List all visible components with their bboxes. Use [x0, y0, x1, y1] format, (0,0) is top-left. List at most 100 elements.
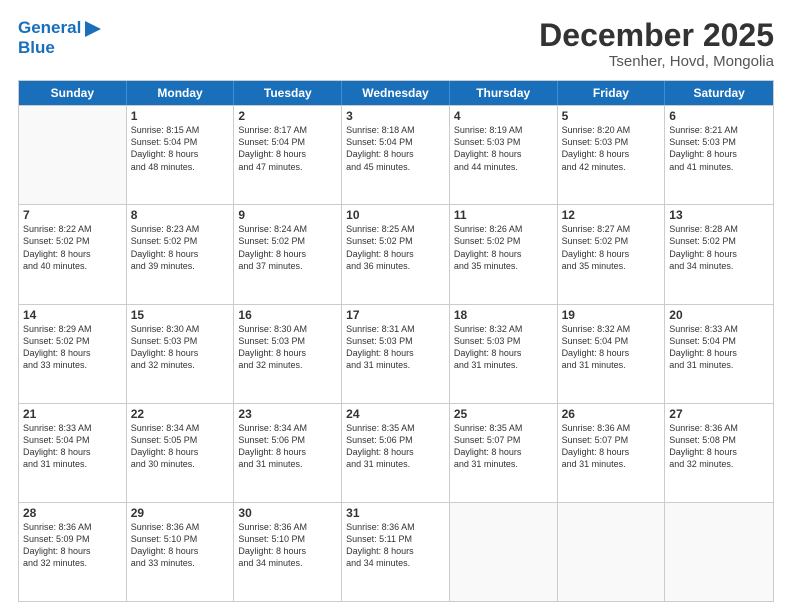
calendar-cell	[19, 106, 127, 204]
day-number: 31	[346, 506, 445, 520]
calendar-cell: 10Sunrise: 8:25 AMSunset: 5:02 PMDayligh…	[342, 205, 450, 303]
calendar-cell: 16Sunrise: 8:30 AMSunset: 5:03 PMDayligh…	[234, 305, 342, 403]
cell-info: Sunrise: 8:34 AMSunset: 5:06 PMDaylight:…	[238, 422, 337, 471]
cell-info: Sunrise: 8:30 AMSunset: 5:03 PMDaylight:…	[238, 323, 337, 372]
calendar-cell: 20Sunrise: 8:33 AMSunset: 5:04 PMDayligh…	[665, 305, 773, 403]
calendar-cell: 18Sunrise: 8:32 AMSunset: 5:03 PMDayligh…	[450, 305, 558, 403]
calendar-cell: 7Sunrise: 8:22 AMSunset: 5:02 PMDaylight…	[19, 205, 127, 303]
day-number: 12	[562, 208, 661, 222]
day-number: 23	[238, 407, 337, 421]
calendar-cell: 17Sunrise: 8:31 AMSunset: 5:03 PMDayligh…	[342, 305, 450, 403]
calendar-cell: 29Sunrise: 8:36 AMSunset: 5:10 PMDayligh…	[127, 503, 235, 601]
day-number: 24	[346, 407, 445, 421]
cell-info: Sunrise: 8:29 AMSunset: 5:02 PMDaylight:…	[23, 323, 122, 372]
day-number: 8	[131, 208, 230, 222]
cell-info: Sunrise: 8:23 AMSunset: 5:02 PMDaylight:…	[131, 223, 230, 272]
title-block: December 2025 Tsenher, Hovd, Mongolia	[539, 18, 774, 70]
day-number: 18	[454, 308, 553, 322]
calendar-cell: 31Sunrise: 8:36 AMSunset: 5:11 PMDayligh…	[342, 503, 450, 601]
calendar-cell: 30Sunrise: 8:36 AMSunset: 5:10 PMDayligh…	[234, 503, 342, 601]
day-number: 2	[238, 109, 337, 123]
weekday-header-thursday: Thursday	[450, 81, 558, 105]
calendar-cell: 14Sunrise: 8:29 AMSunset: 5:02 PMDayligh…	[19, 305, 127, 403]
calendar-cell: 1Sunrise: 8:15 AMSunset: 5:04 PMDaylight…	[127, 106, 235, 204]
calendar-cell	[665, 503, 773, 601]
cell-info: Sunrise: 8:32 AMSunset: 5:04 PMDaylight:…	[562, 323, 661, 372]
calendar: SundayMondayTuesdayWednesdayThursdayFrid…	[18, 80, 774, 602]
calendar-row-4: 28Sunrise: 8:36 AMSunset: 5:09 PMDayligh…	[19, 502, 773, 601]
page: General Blue December 2025 Tsenher, Hovd…	[0, 0, 792, 612]
day-number: 11	[454, 208, 553, 222]
weekday-header-saturday: Saturday	[665, 81, 773, 105]
day-number: 9	[238, 208, 337, 222]
calendar-cell: 9Sunrise: 8:24 AMSunset: 5:02 PMDaylight…	[234, 205, 342, 303]
day-number: 14	[23, 308, 122, 322]
calendar-cell: 21Sunrise: 8:33 AMSunset: 5:04 PMDayligh…	[19, 404, 127, 502]
cell-info: Sunrise: 8:36 AMSunset: 5:10 PMDaylight:…	[131, 521, 230, 570]
day-number: 5	[562, 109, 661, 123]
day-number: 20	[669, 308, 769, 322]
cell-info: Sunrise: 8:20 AMSunset: 5:03 PMDaylight:…	[562, 124, 661, 173]
day-number: 22	[131, 407, 230, 421]
cell-info: Sunrise: 8:30 AMSunset: 5:03 PMDaylight:…	[131, 323, 230, 372]
day-number: 30	[238, 506, 337, 520]
calendar-cell: 15Sunrise: 8:30 AMSunset: 5:03 PMDayligh…	[127, 305, 235, 403]
calendar-cell: 2Sunrise: 8:17 AMSunset: 5:04 PMDaylight…	[234, 106, 342, 204]
logo-general: General	[18, 18, 81, 37]
calendar-cell: 28Sunrise: 8:36 AMSunset: 5:09 PMDayligh…	[19, 503, 127, 601]
calendar-cell: 22Sunrise: 8:34 AMSunset: 5:05 PMDayligh…	[127, 404, 235, 502]
cell-info: Sunrise: 8:32 AMSunset: 5:03 PMDaylight:…	[454, 323, 553, 372]
cell-info: Sunrise: 8:35 AMSunset: 5:06 PMDaylight:…	[346, 422, 445, 471]
day-number: 19	[562, 308, 661, 322]
day-number: 7	[23, 208, 122, 222]
calendar-cell: 11Sunrise: 8:26 AMSunset: 5:02 PMDayligh…	[450, 205, 558, 303]
cell-info: Sunrise: 8:24 AMSunset: 5:02 PMDaylight:…	[238, 223, 337, 272]
day-number: 29	[131, 506, 230, 520]
logo: General Blue	[18, 18, 103, 57]
day-number: 1	[131, 109, 230, 123]
calendar-cell: 8Sunrise: 8:23 AMSunset: 5:02 PMDaylight…	[127, 205, 235, 303]
day-number: 25	[454, 407, 553, 421]
weekday-header-wednesday: Wednesday	[342, 81, 450, 105]
cell-info: Sunrise: 8:22 AMSunset: 5:02 PMDaylight:…	[23, 223, 122, 272]
location-subtitle: Tsenher, Hovd, Mongolia	[539, 53, 774, 70]
logo-blue: Blue	[18, 38, 103, 58]
cell-info: Sunrise: 8:33 AMSunset: 5:04 PMDaylight:…	[23, 422, 122, 471]
day-number: 26	[562, 407, 661, 421]
calendar-cell: 13Sunrise: 8:28 AMSunset: 5:02 PMDayligh…	[665, 205, 773, 303]
cell-info: Sunrise: 8:36 AMSunset: 5:11 PMDaylight:…	[346, 521, 445, 570]
cell-info: Sunrise: 8:36 AMSunset: 5:09 PMDaylight:…	[23, 521, 122, 570]
cell-info: Sunrise: 8:36 AMSunset: 5:07 PMDaylight:…	[562, 422, 661, 471]
cell-info: Sunrise: 8:21 AMSunset: 5:03 PMDaylight:…	[669, 124, 769, 173]
calendar-cell: 26Sunrise: 8:36 AMSunset: 5:07 PMDayligh…	[558, 404, 666, 502]
day-number: 21	[23, 407, 122, 421]
cell-info: Sunrise: 8:34 AMSunset: 5:05 PMDaylight:…	[131, 422, 230, 471]
cell-info: Sunrise: 8:15 AMSunset: 5:04 PMDaylight:…	[131, 124, 230, 173]
cell-info: Sunrise: 8:19 AMSunset: 5:03 PMDaylight:…	[454, 124, 553, 173]
cell-info: Sunrise: 8:33 AMSunset: 5:04 PMDaylight:…	[669, 323, 769, 372]
calendar-cell	[558, 503, 666, 601]
cell-info: Sunrise: 8:28 AMSunset: 5:02 PMDaylight:…	[669, 223, 769, 272]
cell-info: Sunrise: 8:35 AMSunset: 5:07 PMDaylight:…	[454, 422, 553, 471]
day-number: 10	[346, 208, 445, 222]
cell-info: Sunrise: 8:31 AMSunset: 5:03 PMDaylight:…	[346, 323, 445, 372]
day-number: 3	[346, 109, 445, 123]
cell-info: Sunrise: 8:36 AMSunset: 5:08 PMDaylight:…	[669, 422, 769, 471]
weekday-header-sunday: Sunday	[19, 81, 127, 105]
month-title: December 2025	[539, 18, 774, 53]
cell-info: Sunrise: 8:17 AMSunset: 5:04 PMDaylight:…	[238, 124, 337, 173]
weekday-header-monday: Monday	[127, 81, 235, 105]
day-number: 28	[23, 506, 122, 520]
cell-info: Sunrise: 8:25 AMSunset: 5:02 PMDaylight:…	[346, 223, 445, 272]
calendar-cell: 19Sunrise: 8:32 AMSunset: 5:04 PMDayligh…	[558, 305, 666, 403]
day-number: 6	[669, 109, 769, 123]
day-number: 13	[669, 208, 769, 222]
calendar-cell: 24Sunrise: 8:35 AMSunset: 5:06 PMDayligh…	[342, 404, 450, 502]
logo-flag-icon	[83, 21, 103, 37]
calendar-cell: 3Sunrise: 8:18 AMSunset: 5:04 PMDaylight…	[342, 106, 450, 204]
calendar-cell: 5Sunrise: 8:20 AMSunset: 5:03 PMDaylight…	[558, 106, 666, 204]
calendar-cell: 4Sunrise: 8:19 AMSunset: 5:03 PMDaylight…	[450, 106, 558, 204]
calendar-cell: 6Sunrise: 8:21 AMSunset: 5:03 PMDaylight…	[665, 106, 773, 204]
calendar-row-0: 1Sunrise: 8:15 AMSunset: 5:04 PMDaylight…	[19, 105, 773, 204]
day-number: 27	[669, 407, 769, 421]
